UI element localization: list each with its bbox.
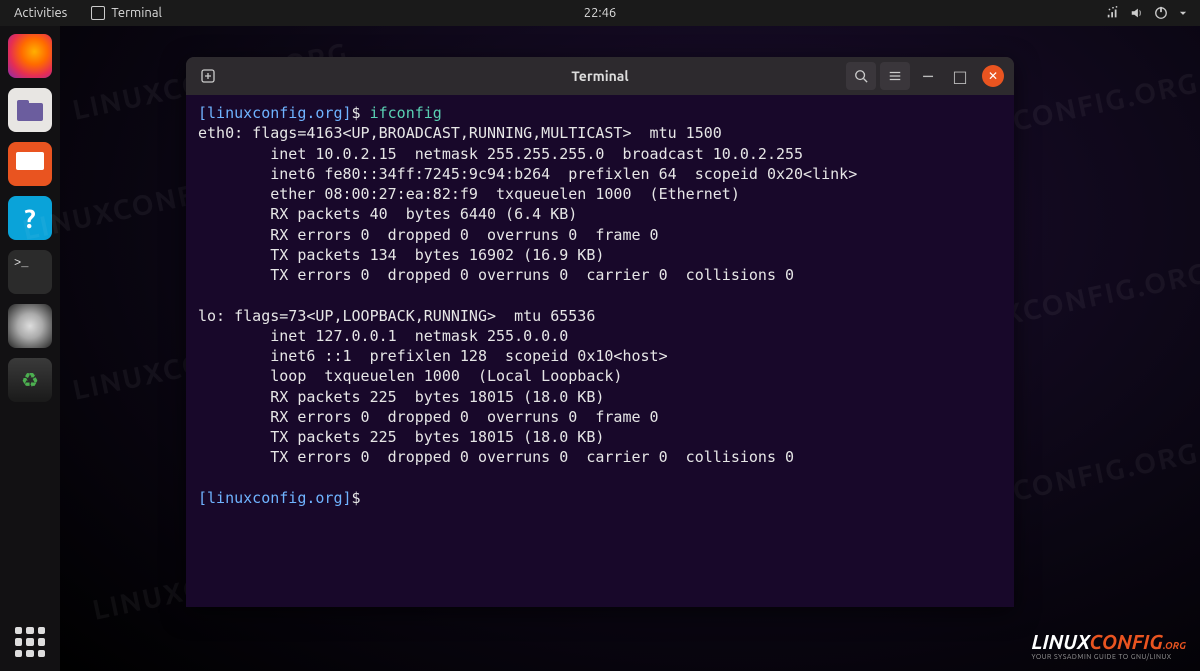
chevron-down-icon [1178,6,1188,20]
terminal-launcher[interactable] [8,250,52,294]
search-icon [854,69,868,83]
system-tray[interactable] [1106,6,1188,20]
power-icon [1154,6,1168,20]
terminal-body[interactable]: [linuxconfig.org]$ ifconfig eth0: flags=… [186,95,1014,607]
window-title: Terminal [571,68,628,84]
close-button[interactable]: ✕ [982,65,1004,87]
terminal-icon [91,6,105,20]
network-icon [1106,6,1120,20]
new-tab-button[interactable] [194,62,222,90]
firefox-launcher[interactable] [8,34,52,78]
minimize-button[interactable]: ─ [914,62,942,90]
show-apps-button[interactable] [15,627,45,657]
active-app-indicator[interactable]: Terminal [81,6,172,20]
help-launcher[interactable]: ? [8,196,52,240]
menu-button[interactable] [880,62,910,90]
trash-launcher[interactable] [8,358,52,402]
hamburger-icon [888,69,902,83]
new-tab-icon [200,68,216,84]
search-button[interactable] [846,62,876,90]
dock: ? [0,26,60,671]
brand-logo: LINUXCONFIG.ORG YOUR SYSADMIN GUIDE TO G… [1031,630,1186,661]
disk-launcher[interactable] [8,304,52,348]
terminal-output: [linuxconfig.org]$ ifconfig eth0: flags=… [198,103,1002,508]
terminal-titlebar[interactable]: Terminal ─ □ ✕ [186,57,1014,95]
terminal-window: Terminal ─ □ ✕ [linuxconfig.org]$ ifconf… [186,57,1014,607]
active-app-label: Terminal [111,6,162,20]
top-bar: Activities Terminal 22:46 [0,0,1200,26]
software-launcher[interactable] [8,142,52,186]
activities-button[interactable]: Activities [0,6,81,20]
clock[interactable]: 22:46 [584,6,617,20]
maximize-button[interactable]: □ [946,62,974,90]
volume-icon [1130,6,1144,20]
folder-icon [15,97,45,123]
files-launcher[interactable] [8,88,52,132]
